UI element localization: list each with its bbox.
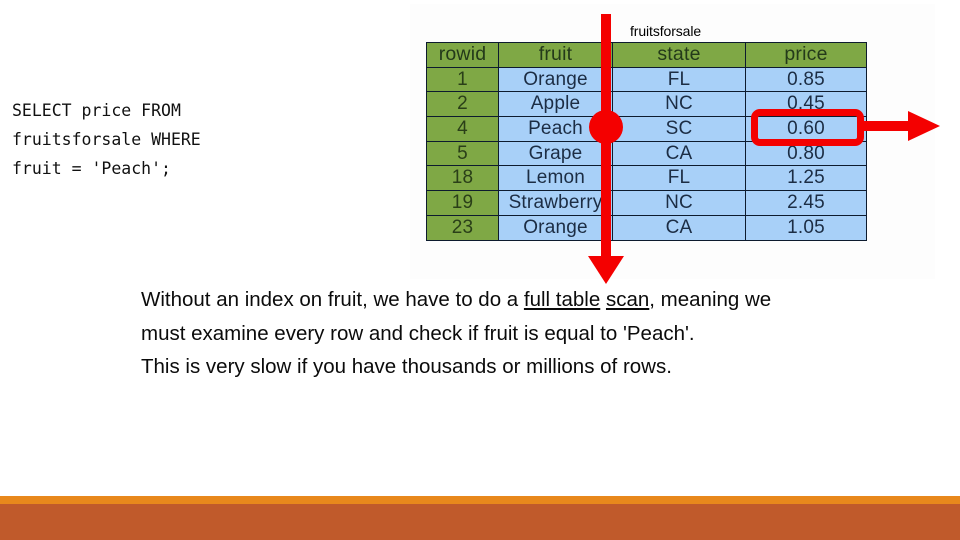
slide-canvas: SELECT price FROM fruitsforsale WHERE fr…: [0, 0, 960, 540]
table-row: 18 Lemon FL 1.25: [426, 165, 867, 192]
cell-fruit: Grape: [498, 140, 613, 167]
cell-state: CA: [612, 140, 746, 167]
current-row-marker-dot-icon: [589, 110, 623, 144]
cell-state: FL: [612, 66, 746, 93]
full-table-scan-arrow-head: [588, 256, 624, 284]
column-header-rowid: rowid: [426, 42, 499, 68]
explanation-text-part-1: Without an index on fruit, we have to do…: [141, 288, 524, 311]
cell-state: FL: [612, 165, 746, 192]
column-header-state: state: [612, 42, 746, 68]
explanation-underline-1: full table: [523, 288, 601, 311]
cell-fruit: Strawberry: [498, 190, 613, 216]
column-header-fruit: fruit: [498, 42, 613, 68]
table-row: 23 Orange CA 1.05: [426, 214, 867, 241]
cell-state: CA: [612, 214, 746, 241]
cell-fruit: Orange: [498, 66, 613, 93]
table-caption: fruitsforsale: [630, 23, 702, 39]
cell-state: SC: [612, 116, 746, 142]
accent-bar-orange: [0, 496, 960, 504]
cell-rowid: 23: [426, 214, 499, 241]
cell-rowid: 19: [426, 190, 499, 216]
explanation-text-part-3: This is very slow if you have thousands …: [141, 355, 672, 378]
cell-price: 2.45: [745, 190, 867, 216]
column-header-price: price: [745, 42, 867, 68]
cell-rowid: 5: [426, 140, 499, 167]
cell-rowid: 18: [426, 165, 499, 192]
table-row: 19 Strawberry NC 2.45: [426, 190, 867, 216]
table-row: 1 Orange FL 0.85: [426, 66, 867, 93]
cell-state: NC: [612, 190, 746, 216]
cell-fruit: Orange: [498, 214, 613, 241]
cell-rowid: 4: [426, 116, 499, 142]
cell-rowid: 1: [426, 66, 499, 93]
cell-state: NC: [612, 91, 746, 118]
sql-query-text: SELECT price FROM fruitsforsale WHERE fr…: [12, 101, 201, 178]
cell-fruit: Lemon: [498, 165, 613, 192]
cell-price: 1.25: [745, 165, 867, 192]
explanation-paragraph: Without an index on fruit, we have to do…: [141, 283, 801, 384]
cell-price: 1.05: [745, 214, 867, 241]
cell-price: 0.85: [745, 66, 867, 93]
cell-rowid: 2: [426, 91, 499, 118]
result-output-arrow-head: [908, 111, 940, 141]
table-header-row: rowid fruit state price: [426, 42, 867, 68]
accent-bar-brick: [0, 504, 960, 540]
matched-price-highlight-box: [751, 109, 864, 146]
explanation-underline-2: scan: [605, 288, 650, 311]
